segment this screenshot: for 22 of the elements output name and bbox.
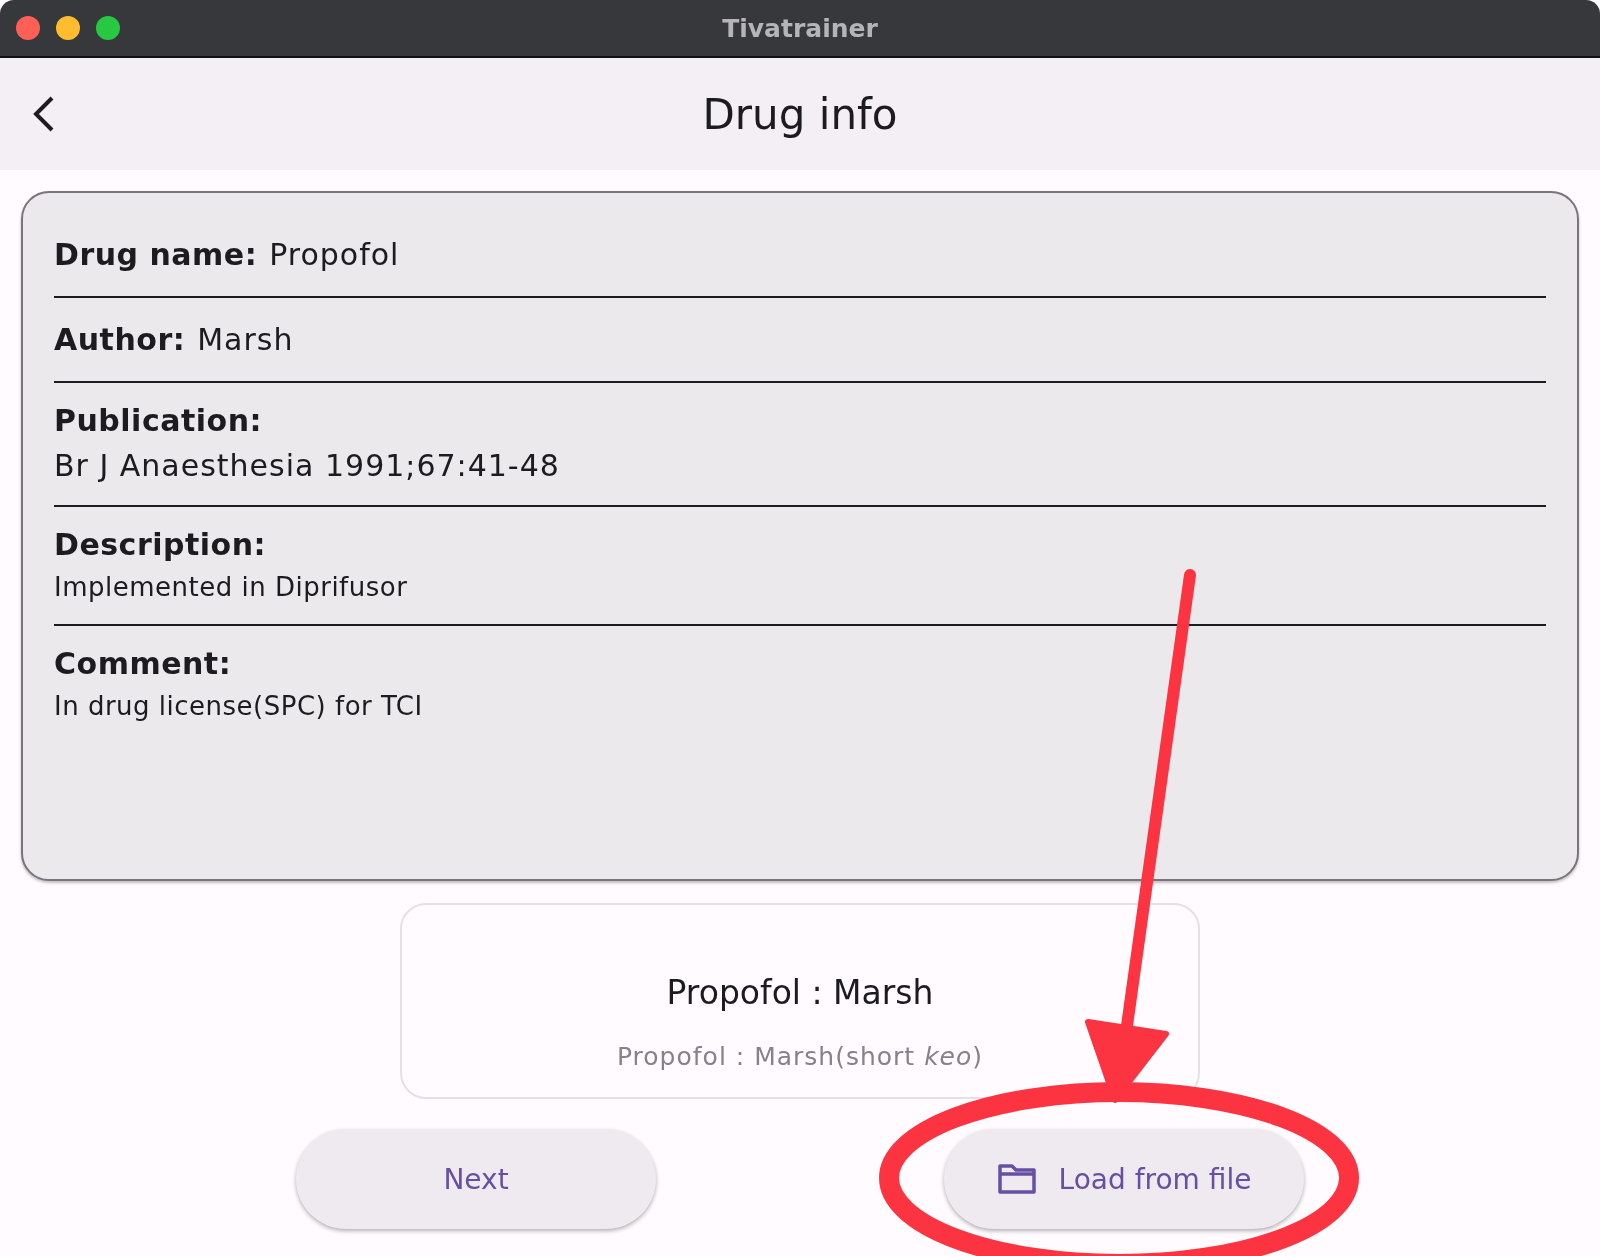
page-title: Drug info xyxy=(702,89,898,139)
field-value: Implemented in Diprifusor xyxy=(54,572,408,602)
picker-item[interactable]: Propofol : Marsh(short keo) xyxy=(616,1042,984,1071)
zoom-icon[interactable] xyxy=(96,16,120,40)
field-value: Marsh xyxy=(197,322,294,357)
field-value: In drug license(SPC) for TCI xyxy=(54,691,423,721)
field-label: Comment: xyxy=(54,646,232,681)
next-button[interactable]: Next xyxy=(296,1129,656,1229)
model-picker[interactable]: Propofol : Marsh Propofol : Marsh(short keo) xyxy=(400,903,1200,1099)
field-label: Author: xyxy=(54,322,186,357)
field-label: Description: xyxy=(54,527,267,562)
field-label: Publication: xyxy=(54,403,262,438)
minimize-icon[interactable] xyxy=(56,16,80,40)
field-value: Br J Anaesthesia 1991;67:41-48 xyxy=(54,448,560,483)
window-title: Tivatrainer xyxy=(722,13,878,43)
load-button[interactable]: Load from file xyxy=(944,1129,1304,1229)
field-label: Drug name: xyxy=(54,237,258,272)
picker-item[interactable]: Propofol : Marsh xyxy=(666,973,934,1012)
folder-icon xyxy=(996,1163,1037,1195)
close-icon[interactable] xyxy=(16,16,40,40)
field-value: Propofol xyxy=(269,237,400,272)
back-icon[interactable] xyxy=(32,94,56,134)
